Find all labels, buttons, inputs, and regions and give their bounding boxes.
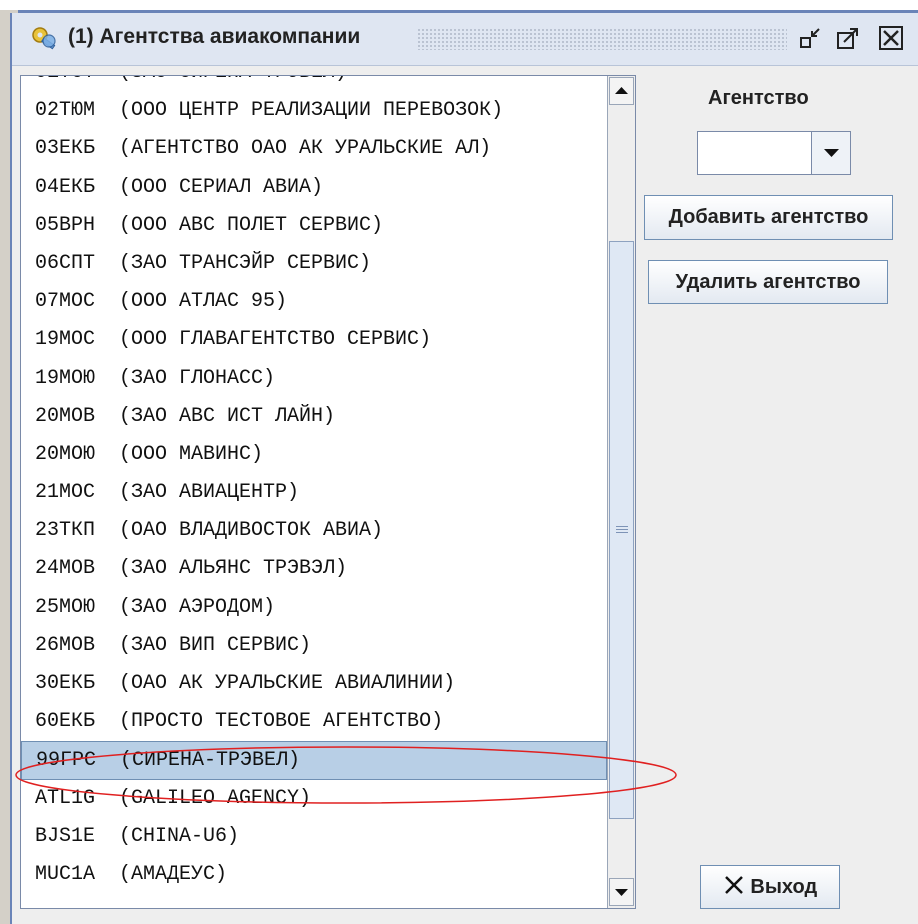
- delete-agency-button[interactable]: Удалить агентство: [648, 260, 888, 304]
- vertical-scrollbar[interactable]: [607, 76, 635, 908]
- list-item[interactable]: 60ЕКБ (ПРОСТО ТЕСТОВОЕ АГЕНТСТВО): [21, 703, 607, 741]
- agency-list[interactable]: 01ТСТ (ЗАО СИРЕНА ТРЭВЕЛ)02ТЮМ (ООО ЦЕНТ…: [20, 75, 636, 909]
- list-item[interactable]: 30ЕКБ (ОАО АК УРАЛЬСКИЕ АВИАЛИНИИ): [21, 665, 607, 703]
- list-item[interactable]: 05ВРН (ООО АВС ПОЛЕТ СЕРВИС): [21, 207, 607, 245]
- list-item[interactable]: 19МОС (ООО ГЛАВАГЕНТСТВО СЕРВИС): [21, 321, 607, 359]
- arrow-up-icon: [615, 87, 628, 94]
- chevron-down-icon: [824, 149, 839, 157]
- list-item[interactable]: 20МОЮ (ООО МАВИНС): [21, 436, 607, 474]
- list-item[interactable]: BJS1E (CHINA-U6): [21, 818, 607, 856]
- list-item[interactable]: 07МОС (ООО АТЛАС 95): [21, 283, 607, 321]
- list-item[interactable]: 25МОЮ (ЗАО АЭРОДОМ): [21, 589, 607, 627]
- list-item[interactable]: MUC1A (АМАДЕУС): [21, 856, 607, 894]
- list-item[interactable]: 20МОВ (ЗАО АВС ИСТ ЛАЙН): [21, 398, 607, 436]
- window-title: (1) Агентства авиакомпании: [68, 25, 361, 48]
- list-item[interactable]: 21МОС (ЗАО АВИАЦЕНТР): [21, 474, 607, 512]
- arrow-down-icon: [615, 889, 628, 896]
- agency-label: Агентство: [708, 87, 809, 109]
- list-item[interactable]: ATL1G (GALILEO AGENCY): [21, 780, 607, 818]
- title-bar[interactable]: (1) Агентства авиакомпании: [12, 13, 918, 66]
- list-item[interactable]: 24МОВ (ЗАО АЛЬЯНС ТРЭВЭЛ): [21, 550, 607, 588]
- exit-button[interactable]: Выход: [700, 865, 840, 909]
- list-item[interactable]: 06СПТ (ЗАО ТРАНСЭЙР СЕРВИС): [21, 245, 607, 283]
- agency-list-rows: 01ТСТ (ЗАО СИРЕНА ТРЭВЕЛ)02ТЮМ (ООО ЦЕНТ…: [21, 76, 607, 894]
- list-item[interactable]: 23ТКП (ОАО ВЛАДИВОСТОК АВИА): [21, 512, 607, 550]
- list-item[interactable]: 19МОЮ (ЗАО ГЛОНАСС): [21, 360, 607, 398]
- scroll-thumb[interactable]: [609, 241, 634, 819]
- minimize-icon[interactable]: [797, 25, 823, 51]
- list-item[interactable]: 02ТЮМ (ООО ЦЕНТР РЕАЛИЗАЦИИ ПЕРЕВОЗОК): [21, 92, 607, 130]
- combo-dropdown-button[interactable]: [811, 132, 850, 174]
- scroll-down-button[interactable]: [609, 878, 634, 906]
- maximize-icon[interactable]: [835, 25, 861, 51]
- exit-button-label: Выход: [750, 876, 818, 898]
- agency-combo[interactable]: [697, 131, 851, 175]
- list-item[interactable]: 03ЕКБ (АГЕНТСТВО ОАО АК УРАЛЬСКИЕ АЛ): [21, 130, 607, 168]
- list-item[interactable]: 01ТСТ (ЗАО СИРЕНА ТРЭВЕЛ): [21, 76, 607, 92]
- x-icon: [724, 876, 743, 894]
- list-item-selected[interactable]: 99ГРС (СИРЕНА-ТРЭВЕЛ): [21, 741, 607, 780]
- scroll-up-button[interactable]: [609, 77, 634, 105]
- add-agency-button[interactable]: Добавить агентство: [644, 195, 893, 240]
- keys-icon: [32, 27, 56, 50]
- close-icon[interactable]: [878, 25, 904, 51]
- list-item[interactable]: 26МОВ (ЗАО ВИП СЕРВИС): [21, 627, 607, 665]
- list-item[interactable]: 04ЕКБ (ООО СЕРИАЛ АВИА): [21, 169, 607, 207]
